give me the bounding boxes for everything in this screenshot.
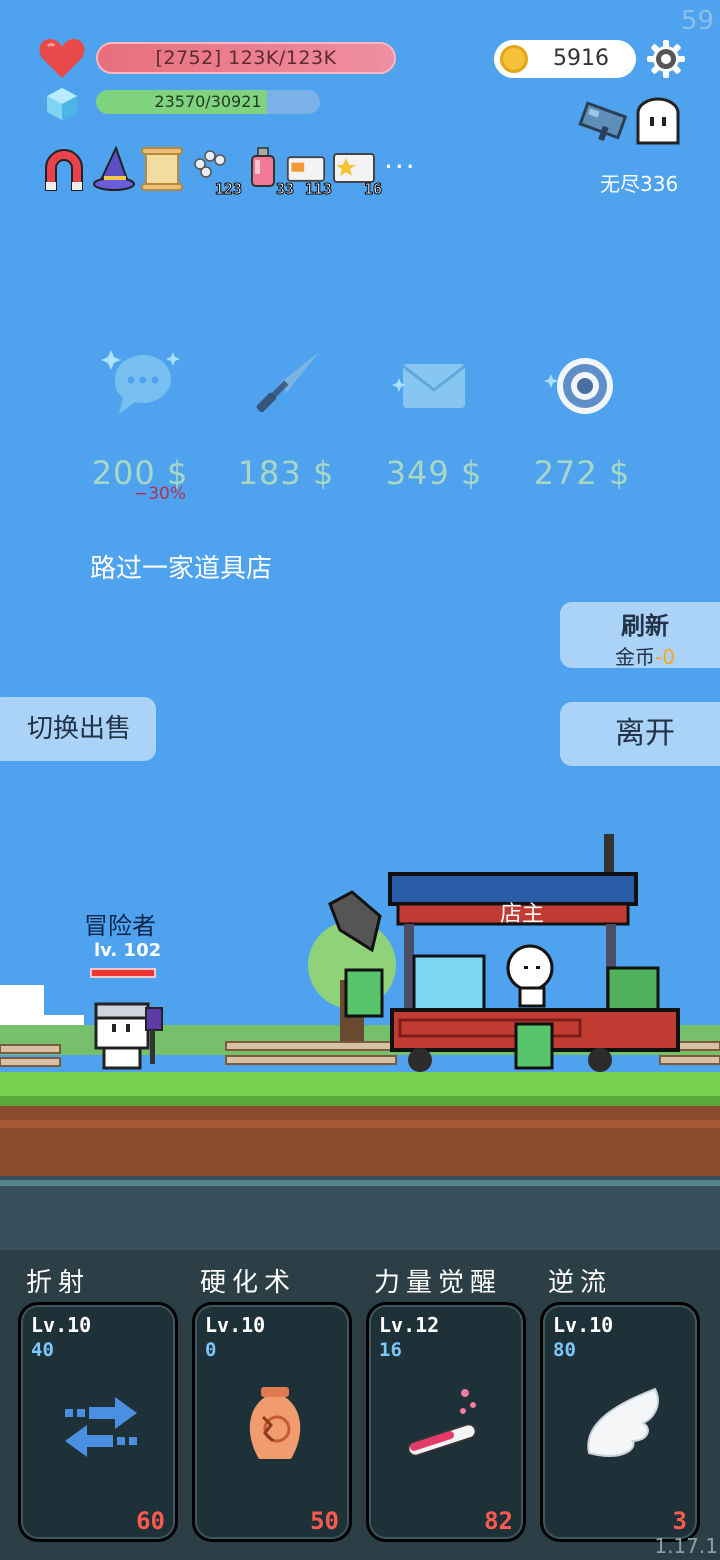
test-tube-icon — [407, 1389, 477, 1457]
shop-item-dagger[interactable]: 183 $ — [226, 340, 346, 492]
coin-counter: 5916 — [494, 40, 636, 78]
skill-name: 折射 — [26, 1268, 91, 1298]
leave-button[interactable]: 离开 — [560, 702, 720, 766]
more-buffs-button[interactable]: ··· — [384, 150, 417, 183]
wizard-hat-icon[interactable] — [92, 145, 136, 192]
hero-name: 冒险者 — [84, 912, 156, 940]
skill-level: Lv.12 — [379, 1313, 440, 1337]
magnet-icon[interactable] — [42, 146, 86, 192]
skill-level: Lv.10 — [31, 1313, 92, 1337]
scroll-icon[interactable] — [140, 146, 184, 192]
fps-counter: 59 — [680, 6, 714, 36]
wing-icon — [587, 1387, 659, 1457]
game-scene — [0, 834, 720, 1250]
hero-hp-bar — [90, 968, 156, 978]
heart-icon — [39, 39, 85, 78]
skill-value: 16 — [379, 1339, 402, 1361]
refresh-button[interactable]: 刷新 金币-0 — [560, 602, 720, 669]
shop-item-target[interactable]: 272 $ — [522, 340, 642, 492]
discount-label: −30% — [134, 484, 187, 504]
endless-level: 无尽336 — [600, 172, 679, 196]
envelope-icon — [392, 364, 466, 408]
ghost-icon[interactable] — [634, 97, 682, 147]
shopkeeper-label: 店主 — [500, 902, 545, 927]
pixel-dog-icon[interactable] — [576, 96, 632, 150]
skill-level: Lv.10 — [205, 1313, 266, 1337]
skill-level: Lv.10 — [553, 1313, 614, 1337]
target-icon — [544, 358, 613, 414]
skill-name: 力量觉醒 — [374, 1268, 503, 1298]
skill-card-hardening[interactable]: Lv.10 0 50 — [192, 1302, 352, 1542]
exp-text: 23570/30921 — [154, 92, 262, 111]
skill-card-power-awakening[interactable]: Lv.12 16 82 — [366, 1302, 526, 1542]
coin-amount: 5916 — [553, 46, 609, 71]
gear-icon[interactable] — [646, 39, 686, 79]
item-price: 272 $ — [533, 454, 631, 492]
skill-name: 逆流 — [548, 1268, 613, 1298]
skill-cost: 60 — [136, 1507, 165, 1535]
hp-bar: [2752] 123K/123K — [96, 42, 396, 74]
skill-cost: 50 — [310, 1507, 339, 1535]
skill-value: 80 — [553, 1339, 576, 1361]
vase-icon — [249, 1387, 301, 1459]
skill-cost: 3 — [672, 1507, 687, 1535]
star-card-icon[interactable]: 16 — [332, 146, 383, 199]
hero-sprite — [94, 1002, 163, 1070]
briefcase-icon[interactable]: 113 — [286, 146, 333, 199]
skill-cost: 82 — [484, 1507, 513, 1535]
chat-bubble-icon — [101, 350, 180, 414]
shop-item-chat[interactable]: 200 $ — [80, 340, 200, 492]
potion-bottle-icon[interactable]: 33 — [244, 146, 295, 199]
hero-level: lv. 102 — [94, 940, 162, 961]
version-label: 1.17.1 — [654, 1534, 718, 1558]
item-price: 183 $ — [237, 454, 335, 492]
skill-value: 0 — [205, 1339, 217, 1361]
hp-text: [2752] 123K/123K — [155, 47, 337, 69]
refresh-cost: 金币-0 — [615, 645, 675, 669]
coin-icon — [500, 45, 528, 73]
item-price: 349 $ — [385, 454, 483, 492]
dagger-icon — [256, 352, 319, 413]
refresh-label: 刷新 — [621, 612, 669, 640]
skill-card-backflow[interactable]: Lv.10 80 3 — [540, 1302, 700, 1542]
switch-sell-button[interactable]: 切换出售 — [0, 697, 156, 761]
skill-name: 硬化术 — [200, 1268, 297, 1298]
shop-item-envelope[interactable]: 349 $ — [374, 340, 494, 492]
skill-value: 40 — [31, 1339, 54, 1361]
event-message: 路过一家道具店 — [90, 554, 273, 584]
skill-card-refraction[interactable]: Lv.10 40 60 — [18, 1302, 178, 1542]
exp-bar: 23570/30921 — [96, 90, 320, 114]
gem-icon — [47, 88, 77, 120]
pawprint-icon[interactable]: 123 — [192, 146, 243, 199]
arrows-swap-icon — [65, 1397, 137, 1457]
